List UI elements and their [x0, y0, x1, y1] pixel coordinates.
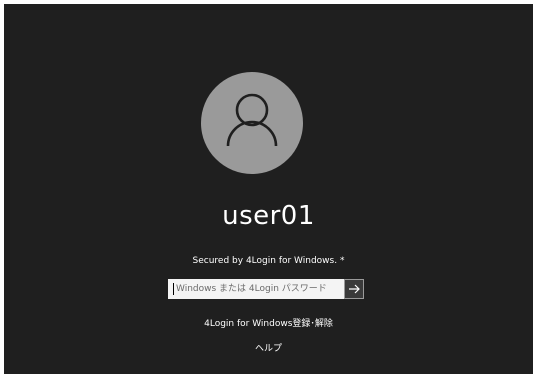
text-caret: [173, 283, 174, 295]
lock-screen: user01 Secured by 4Login for Windows. * …: [4, 4, 533, 374]
password-row: [168, 279, 368, 299]
register-link[interactable]: 4Login for Windows登録･解除: [4, 316, 533, 329]
password-input[interactable]: [168, 279, 344, 299]
arrow-right-icon: [349, 284, 360, 294]
submit-button[interactable]: [344, 279, 364, 299]
username: user01: [222, 201, 315, 231]
user-icon: [226, 93, 278, 147]
avatar: [201, 72, 303, 174]
help-link[interactable]: ヘルプ: [4, 341, 533, 354]
secured-by-text: Secured by 4Login for Windows. *: [192, 256, 345, 266]
